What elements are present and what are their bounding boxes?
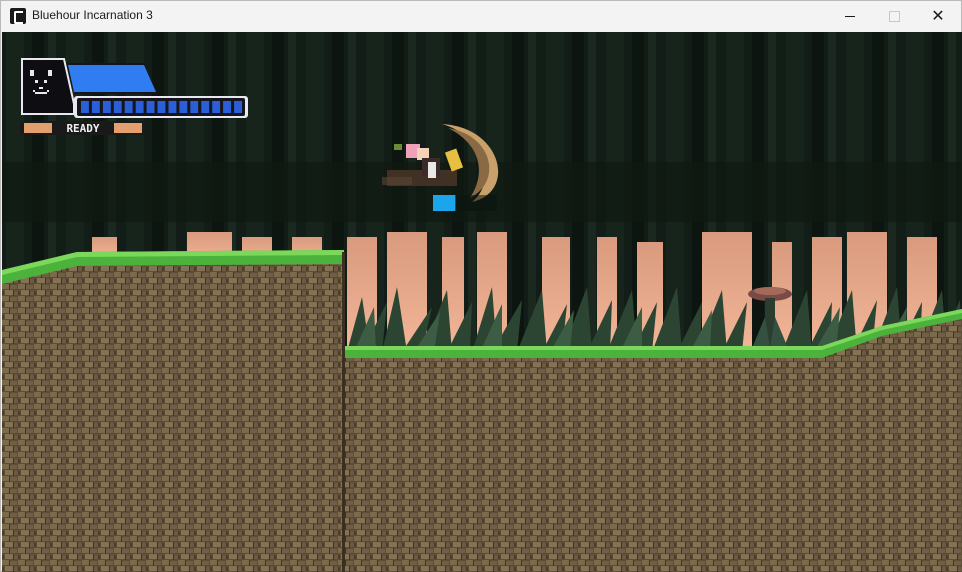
energy-segment <box>201 101 210 113</box>
minimize-button[interactable] <box>827 1 873 31</box>
energy-segment <box>113 101 122 113</box>
left-ground <box>2 252 344 572</box>
maximize-button[interactable] <box>871 1 917 31</box>
energy-segment <box>234 101 242 113</box>
energy-segment <box>223 101 231 113</box>
energy-segment <box>91 101 100 113</box>
window-title: Bluehour Incarnation 3 <box>32 8 153 22</box>
energy-segment <box>190 101 199 113</box>
game-scene: READY <box>2 32 962 572</box>
energy-segment <box>179 101 188 113</box>
energy-segments <box>81 101 242 113</box>
energy-segment <box>81 101 89 113</box>
close-button[interactable]: ✕ <box>915 1 961 31</box>
close-icon: ✕ <box>931 6 945 25</box>
health-bar-fill <box>68 65 156 92</box>
energy-segment <box>212 101 221 113</box>
game-window: Bluehour Incarnation 3 ✕ READY <box>0 0 962 572</box>
energy-segment <box>135 101 144 113</box>
maximize-icon <box>888 10 900 22</box>
status-text: READY <box>66 122 99 135</box>
energy-segment <box>124 101 133 113</box>
energy-segment <box>146 101 155 113</box>
app-icon <box>10 8 26 24</box>
cliff-edge <box>342 252 345 572</box>
energy-segment <box>168 101 177 113</box>
energy-segment <box>102 101 111 113</box>
game-viewport[interactable]: READY <box>2 32 962 572</box>
minimize-icon <box>845 15 855 17</box>
portrait-frame <box>21 58 75 115</box>
energy-segment <box>157 101 166 113</box>
title-bar[interactable]: Bluehour Incarnation 3 ✕ <box>1 1 961 31</box>
player-gauge <box>433 195 497 211</box>
